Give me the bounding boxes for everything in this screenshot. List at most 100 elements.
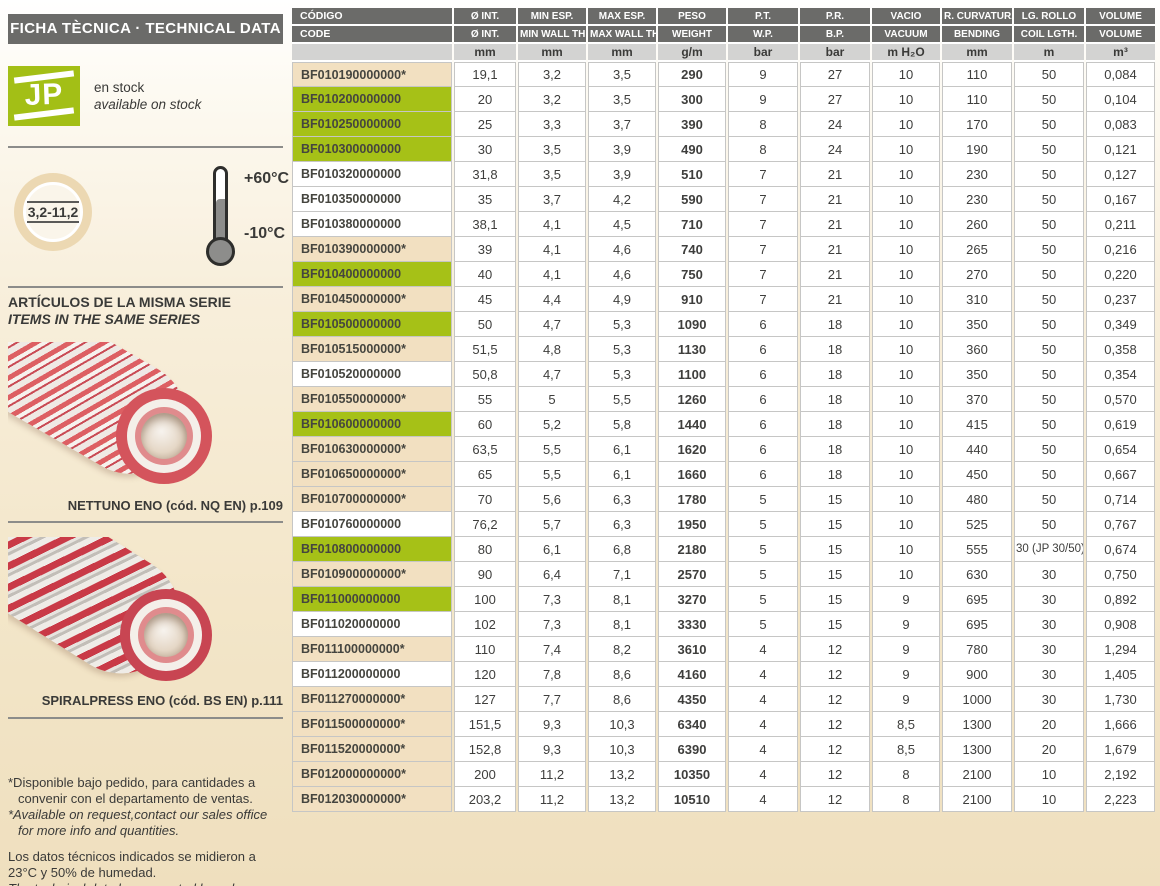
left-panel: FICHA TÈCNICA · TECHNICAL DATA JP en sto…	[8, 14, 283, 886]
value-cell: 50	[1014, 112, 1084, 137]
value-cell: 21	[800, 212, 870, 237]
value-cell: 1950	[658, 512, 726, 537]
table-row: BF010190000000*19,13,23,529092710110500,…	[292, 62, 1155, 87]
diameter-range-badge: 3,2-11,2	[14, 173, 92, 251]
value-cell: 260	[942, 212, 1012, 237]
code-cell: BF011200000000	[292, 662, 452, 687]
hose-photo-nettuno	[8, 342, 283, 494]
value-cell: 5	[728, 562, 798, 587]
value-cell: 12	[800, 637, 870, 662]
value-cell: 630	[942, 562, 1012, 587]
value-cell: 5,5	[518, 462, 586, 487]
table-row: BF01052000000050,84,75,3110061810350500,…	[292, 362, 1155, 387]
code-cell: BF010800000000	[292, 537, 452, 562]
column-header--int-: Ø INT.	[454, 8, 516, 26]
temperature-max: +60°C	[244, 170, 289, 188]
value-cell: 12	[800, 662, 870, 687]
value-cell: 4	[728, 637, 798, 662]
value-cell: 21	[800, 237, 870, 262]
code-cell: BF010900000000*	[292, 562, 452, 587]
column-header-max-wall-th-: MAX WALL TH.	[588, 26, 656, 44]
value-cell: 8,1	[588, 612, 656, 637]
value-cell: 3610	[658, 637, 726, 662]
column-header-bending: R. CURVATURA	[942, 8, 1012, 26]
column-header-volume: VOLUME	[1086, 8, 1155, 26]
table-row: BF01038000000038,14,14,571072110260500,2…	[292, 212, 1155, 237]
value-cell: 4	[728, 687, 798, 712]
code-cell: BF011000000000	[292, 587, 452, 612]
value-cell: 4,1	[518, 237, 586, 262]
code-cell: BF010380000000	[292, 212, 452, 237]
value-cell: 9,3	[518, 737, 586, 762]
series-title-es: ARTÍCULOS DE LA MISMA SERIE	[8, 294, 283, 311]
value-cell: 1300	[942, 737, 1012, 762]
column-header-min-wall-th-: mm	[518, 44, 586, 62]
code-cell: BF012000000000*	[292, 762, 452, 787]
value-cell: 1130	[658, 337, 726, 362]
value-cell: 8	[728, 112, 798, 137]
value-cell: 0,121	[1086, 137, 1155, 162]
series-title-en: ITEMS IN THE SAME SERIES	[8, 311, 283, 328]
value-cell: 50	[1014, 337, 1084, 362]
value-cell: 50	[1014, 387, 1084, 412]
value-cell: 910	[658, 287, 726, 312]
value-cell: 50	[1014, 462, 1084, 487]
value-cell: 230	[942, 162, 1012, 187]
value-cell: 0,084	[1086, 62, 1155, 87]
value-cell: 151,5	[454, 712, 516, 737]
column-header-w-p-: P.T.	[728, 8, 798, 26]
code-cell: BF010520000000	[292, 362, 452, 387]
properties-row: 3,2-11,2 +60°C -10°C	[8, 148, 283, 278]
value-cell: 50	[1014, 162, 1084, 187]
code-cell: BF010550000000*	[292, 387, 452, 412]
table-row: BF010200000000203,23,530092710110500,104	[292, 87, 1155, 112]
value-cell: 1,730	[1086, 687, 1155, 712]
page-title: FICHA TÈCNICA · TECHNICAL DATA	[8, 14, 283, 44]
product-caption-nettuno: NETTUNO ENO (cód. NQ EN) p.109	[8, 498, 283, 513]
value-cell: 6	[728, 462, 798, 487]
value-cell: 2100	[942, 787, 1012, 812]
column-header-max-wall-th-: MAX ESP.	[588, 8, 656, 26]
value-cell: 12	[800, 737, 870, 762]
value-cell: 0,767	[1086, 512, 1155, 537]
value-cell: 10	[1014, 787, 1084, 812]
value-cell: 9	[728, 62, 798, 87]
value-cell: 70	[454, 487, 516, 512]
value-cell: 18	[800, 362, 870, 387]
code-cell: BF010500000000	[292, 312, 452, 337]
value-cell: 30	[1014, 637, 1084, 662]
value-cell: 0,892	[1086, 587, 1155, 612]
value-cell: 1,679	[1086, 737, 1155, 762]
value-cell: 50	[1014, 212, 1084, 237]
value-cell: 5,6	[518, 487, 586, 512]
value-cell: 750	[658, 262, 726, 287]
value-cell: 4	[728, 712, 798, 737]
value-cell: 20	[1014, 737, 1084, 762]
value-cell: 7,1	[588, 562, 656, 587]
value-cell: 30	[454, 137, 516, 162]
value-cell: 12	[800, 712, 870, 737]
value-cell: 6340	[658, 712, 726, 737]
value-cell: 4350	[658, 687, 726, 712]
column-header-weight: PESO	[658, 8, 726, 26]
value-cell: 10	[872, 287, 940, 312]
logo-text: JP	[24, 78, 64, 113]
value-cell: 350	[942, 362, 1012, 387]
value-cell: 0,127	[1086, 162, 1155, 187]
value-cell: 900	[942, 662, 1012, 687]
value-cell: 15	[800, 587, 870, 612]
code-cell: BF010190000000*	[292, 62, 452, 87]
value-cell: 2,192	[1086, 762, 1155, 787]
footnote-request-en: *Available on request,contact our sales …	[8, 807, 283, 839]
code-cell: BF010600000000	[292, 412, 452, 437]
value-cell: 7,8	[518, 662, 586, 687]
divider	[8, 717, 283, 719]
column-header-vacuum: VACIO	[872, 8, 940, 26]
code-cell: BF010200000000	[292, 87, 452, 112]
value-cell: 3,5	[518, 162, 586, 187]
value-cell: 8,5	[872, 737, 940, 762]
code-cell: BF010320000000	[292, 162, 452, 187]
value-cell: 51,5	[454, 337, 516, 362]
value-cell: 50	[1014, 62, 1084, 87]
value-cell: 3,5	[588, 87, 656, 112]
